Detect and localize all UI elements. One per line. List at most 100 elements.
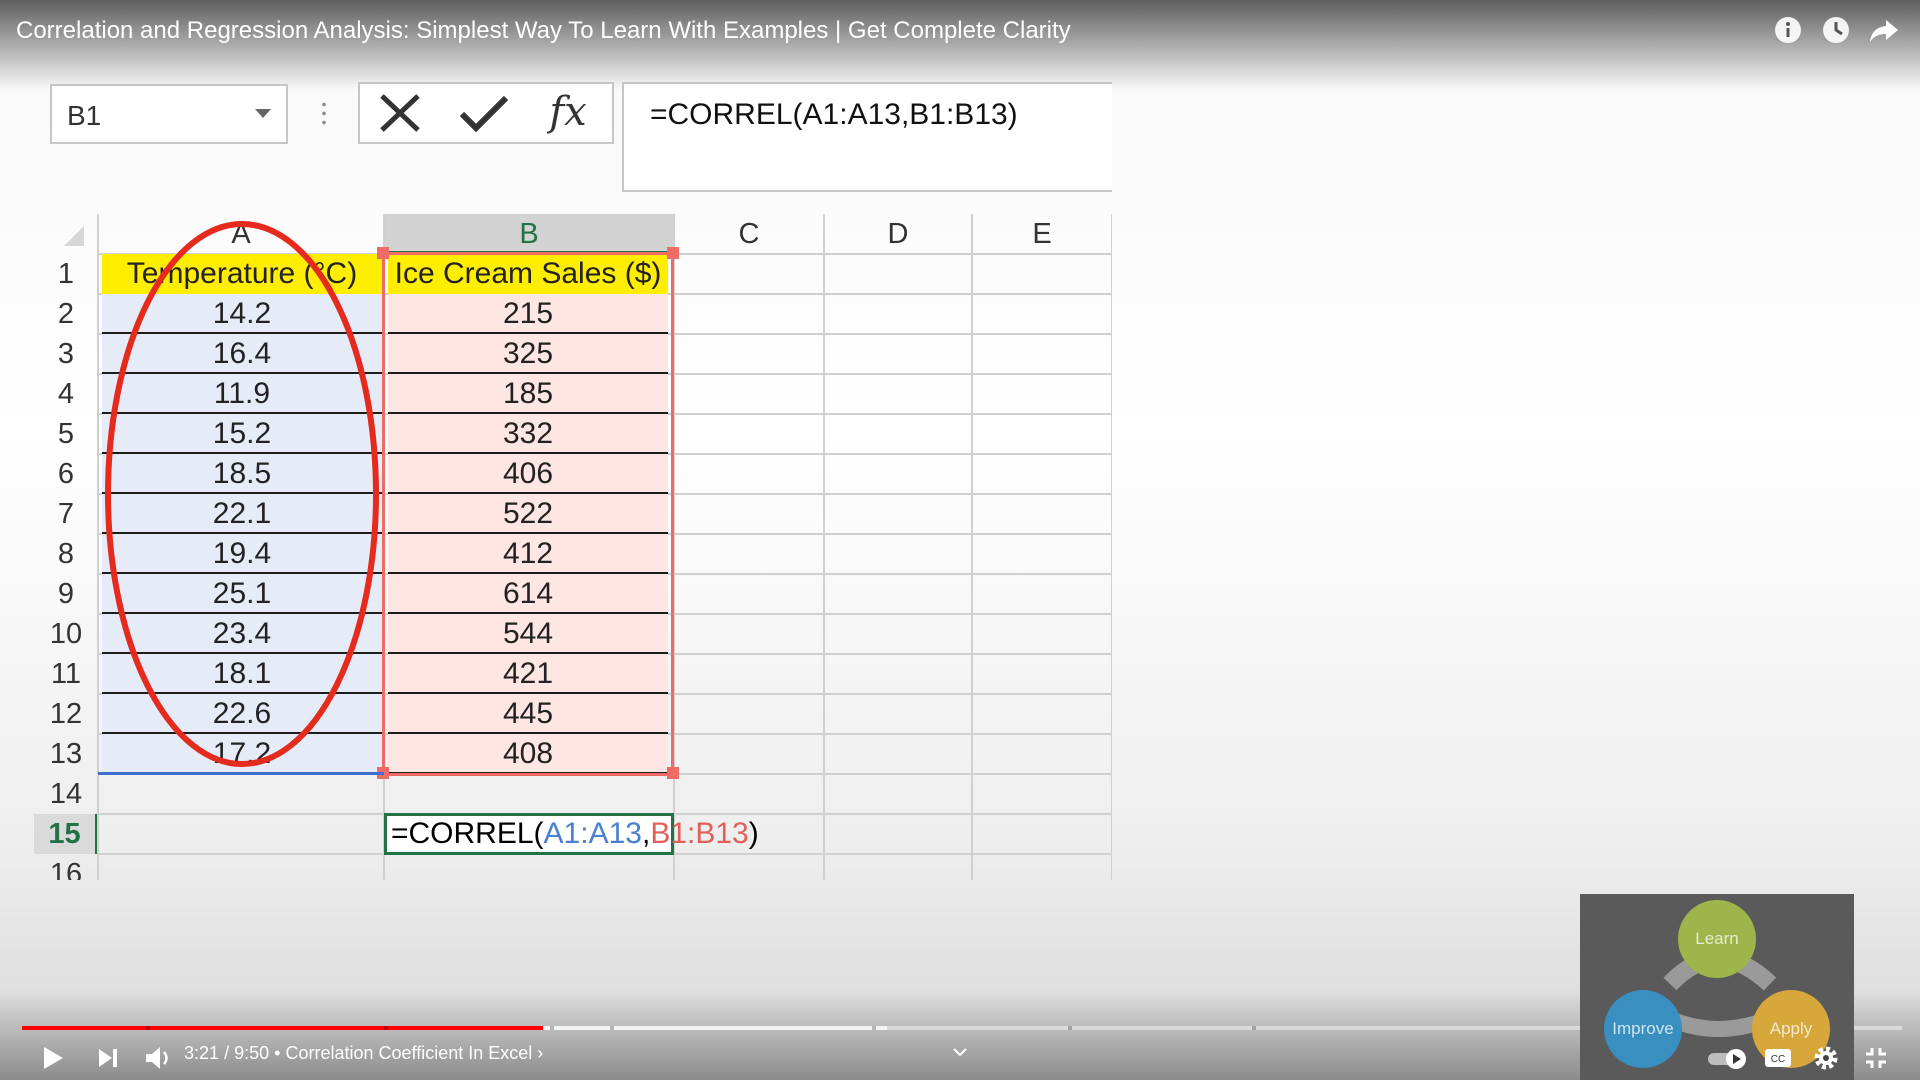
formula-part-prefix: =CORREL(: [391, 817, 544, 850]
formula-bar[interactable]: =CORREL(A1:A13,B1:B13): [622, 82, 1112, 192]
svg-text:CC: CC: [1771, 1054, 1785, 1065]
cell-temperature[interactable]: 14.2: [102, 294, 382, 334]
cell-sales[interactable]: 408: [388, 734, 668, 774]
improve-circle: Improve: [1604, 990, 1682, 1068]
cell-sales[interactable]: 544: [388, 614, 668, 654]
chapter-marker: [550, 1026, 554, 1030]
info-icon[interactable]: [1772, 14, 1804, 46]
row-header-5[interactable]: 5: [34, 414, 98, 454]
chapter-title[interactable]: Correlation Coefficient In Excel: [285, 1043, 532, 1063]
cell-temperature[interactable]: 16.4: [102, 334, 382, 374]
cell-sales[interactable]: 406: [388, 454, 668, 494]
row-header-13[interactable]: 13: [34, 734, 98, 774]
row-header-4[interactable]: 4: [34, 374, 98, 414]
select-all-corner[interactable]: [64, 226, 84, 246]
name-box[interactable]: B1: [50, 84, 288, 144]
video-title-bar: Correlation and Regression Analysis: Sim…: [0, 0, 1920, 90]
cell-a1-header[interactable]: Temperature (°C): [102, 254, 382, 294]
play-icon[interactable]: [34, 1040, 70, 1076]
gridline-col: [1111, 214, 1112, 880]
gridline-col: [823, 214, 825, 880]
enter-check-icon[interactable]: [456, 90, 512, 136]
column-header-e[interactable]: E: [972, 214, 1112, 254]
row-header-11[interactable]: 11: [34, 654, 98, 694]
row-header-8[interactable]: 8: [34, 534, 98, 574]
row-header-6[interactable]: 6: [34, 454, 98, 494]
cell-temperature[interactable]: 22.1: [102, 494, 382, 534]
cell-sales[interactable]: 412: [388, 534, 668, 574]
autoplay-toggle-icon[interactable]: [1706, 1040, 1750, 1076]
share-icon[interactable]: [1868, 14, 1900, 46]
range-handle[interactable]: [667, 767, 679, 779]
settings-gear-icon[interactable]: [1808, 1040, 1844, 1076]
cancel-icon[interactable]: [372, 90, 428, 136]
watch-later-icon[interactable]: [1820, 14, 1852, 46]
chapter-marker: [146, 1026, 150, 1030]
formula-part-ref-b: B1:B13: [650, 817, 749, 850]
row-header-9[interactable]: 9: [34, 574, 98, 614]
time-display: 3:21 / 9:50 • Correlation Coefficient In…: [184, 1043, 544, 1063]
column-header-d[interactable]: D: [824, 214, 972, 254]
formula-text: =CORREL(A1:A13,B1:B13): [650, 98, 1018, 131]
chevron-down-icon[interactable]: [255, 109, 271, 118]
volume-icon[interactable]: [140, 1040, 176, 1076]
row-header-1[interactable]: 1: [34, 254, 98, 294]
chapter-marker: [1252, 1026, 1256, 1030]
cell-temperature[interactable]: 18.1: [102, 654, 382, 694]
formula-part-suffix: ): [748, 817, 759, 850]
range-highlight-a: [98, 772, 384, 775]
cell-sales[interactable]: 215: [388, 294, 668, 334]
current-time: 3:21: [184, 1043, 220, 1063]
row-header-14[interactable]: 14: [34, 774, 98, 814]
chevron-down-icon[interactable]: [952, 1046, 968, 1058]
column-header-a[interactable]: A: [98, 214, 384, 254]
chapter-marker: [610, 1026, 614, 1030]
chapter-marker: [1068, 1026, 1072, 1030]
chapter-marker: [384, 1026, 388, 1030]
column-header-b[interactable]: B: [384, 214, 674, 254]
chevron-right-icon[interactable]: ›: [537, 1043, 543, 1063]
gridline-col: [971, 214, 973, 880]
row-header-10[interactable]: 10: [34, 614, 98, 654]
vertical-dots-icon: [322, 100, 326, 128]
cell-temperature[interactable]: 15.2: [102, 414, 382, 454]
cell-temperature[interactable]: 22.6: [102, 694, 382, 734]
cell-temperature[interactable]: 25.1: [102, 574, 382, 614]
cell-sales[interactable]: 332: [388, 414, 668, 454]
row-header-3[interactable]: 3: [34, 334, 98, 374]
cell-temperature[interactable]: 18.5: [102, 454, 382, 494]
exit-fullscreen-icon[interactable]: [1858, 1040, 1894, 1076]
cell-temperature[interactable]: 23.4: [102, 614, 382, 654]
cell-temperature[interactable]: 11.9: [102, 374, 382, 414]
range-handle[interactable]: [667, 247, 679, 259]
row-header-16[interactable]: 16: [34, 854, 98, 880]
cell-sales[interactable]: 421: [388, 654, 668, 694]
column-header-c[interactable]: C: [674, 214, 824, 254]
cell-temperature[interactable]: 17.2: [102, 734, 382, 774]
row-header-7[interactable]: 7: [34, 494, 98, 534]
cell-sales[interactable]: 185: [388, 374, 668, 414]
cell-temperature[interactable]: 19.4: [102, 534, 382, 574]
gridline-col: [673, 214, 675, 880]
row-header-15[interactable]: 15: [34, 814, 98, 854]
progress-played: [22, 1026, 543, 1030]
cell-sales[interactable]: 614: [388, 574, 668, 614]
active-cell-b15[interactable]: =CORREL(A1:A13,B1:B13): [384, 813, 759, 855]
cell-sales[interactable]: 522: [388, 494, 668, 534]
cell-b1-header[interactable]: Ice Cream Sales ($): [388, 254, 668, 294]
captions-icon[interactable]: CC: [1760, 1040, 1796, 1076]
total-time: 9:50: [234, 1043, 270, 1063]
row-header-12[interactable]: 12: [34, 694, 98, 734]
name-box-value: B1: [67, 100, 102, 131]
formula-part-ref-a: A1:A13: [543, 817, 642, 850]
chapter-marker: [872, 1026, 876, 1030]
gridline-col: [97, 214, 99, 880]
cell-sales[interactable]: 325: [388, 334, 668, 374]
row-header-2[interactable]: 2: [34, 294, 98, 334]
insert-function-icon[interactable]: fx: [540, 90, 596, 136]
learn-circle: Learn: [1678, 900, 1756, 978]
cell-sales[interactable]: 445: [388, 694, 668, 734]
range-handle[interactable]: [377, 247, 389, 259]
next-icon[interactable]: [90, 1040, 126, 1076]
video-title[interactable]: Correlation and Regression Analysis: Sim…: [16, 17, 1071, 45]
